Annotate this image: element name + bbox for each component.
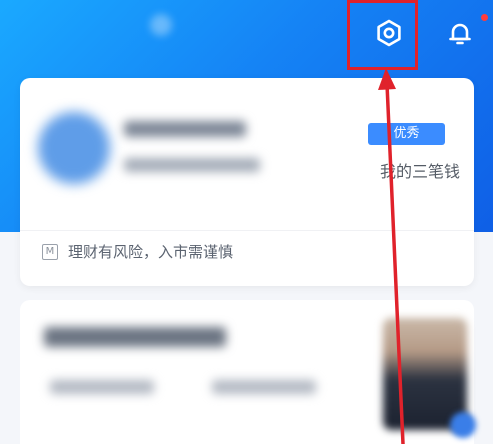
content-title-blurred [44, 327, 226, 347]
content-subtitle-blurred-2 [212, 380, 316, 394]
avatar[interactable] [38, 112, 110, 184]
my-three-money-link[interactable]: 我的三笔钱 [350, 158, 460, 182]
promo-image[interactable] [383, 318, 467, 430]
content-subtitle-blurred [50, 380, 154, 394]
header-decoration [150, 14, 172, 36]
account-info-blurred [124, 158, 260, 172]
unread-dot [481, 14, 488, 21]
level-badge[interactable]: 优秀 [368, 123, 445, 145]
m-icon: M [42, 244, 58, 260]
username-blurred [124, 121, 246, 137]
notification-button[interactable] [443, 16, 477, 50]
bell-icon [449, 23, 471, 45]
risk-notice-text: 理财有风险，入市需谨慎 [68, 243, 234, 261]
floating-button[interactable] [450, 412, 476, 438]
badge-label: 优秀 [393, 126, 420, 141]
annotation-highlight-box [347, 0, 418, 70]
